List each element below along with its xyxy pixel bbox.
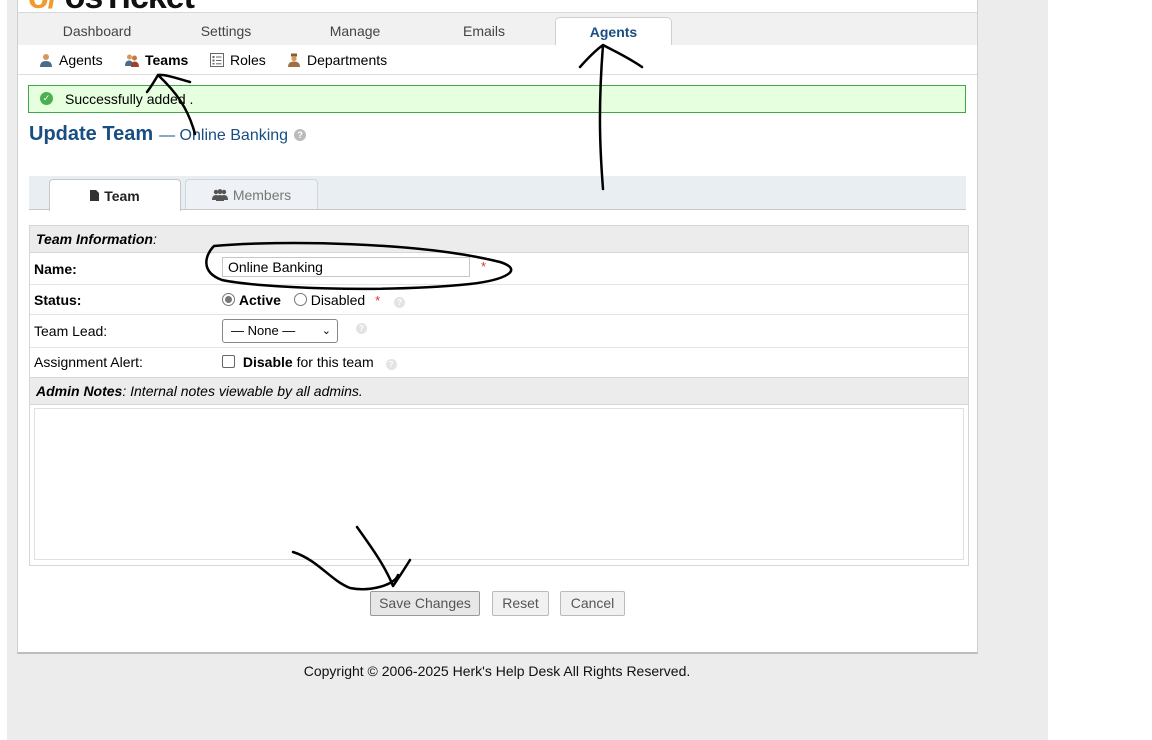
form-tabs: Team Members: [29, 176, 966, 211]
help-icon[interactable]: ?: [294, 129, 307, 141]
disable-label: Disable: [242, 354, 293, 370]
row-status: Status: Active Disabled * ?: [30, 285, 968, 315]
help-icon[interactable]: ?: [385, 359, 397, 370]
check-circle-icon: ✓: [40, 92, 53, 105]
help-icon[interactable]: ?: [394, 297, 406, 308]
team-lead-select[interactable]: — None — ⌄: [222, 319, 338, 343]
cancel-button[interactable]: Cancel: [560, 591, 625, 616]
tab-label: Team: [104, 187, 140, 204]
disable-alert-checkbox[interactable]: [222, 355, 235, 368]
sub-nav-teams[interactable]: Teams: [125, 51, 188, 69]
name-label: Name:: [34, 261, 77, 277]
team-lead-label: Team Lead:: [34, 323, 108, 339]
teams-icon: [125, 54, 139, 67]
tab-dashboard[interactable]: Dashboard: [38, 19, 156, 45]
reset-button[interactable]: Reset: [492, 591, 549, 616]
footer-copyright: Copyright © 2006-2025 Herk's Help Desk A…: [303, 663, 691, 679]
team-lead-value: — None —: [231, 323, 296, 338]
page-container: o/ osTicket Dashboard Settings Manage Em…: [17, 0, 978, 654]
sub-nav-label: Roles: [230, 52, 266, 68]
main-nav: Dashboard Settings Manage Emails Agents: [18, 12, 977, 47]
chevron-down-icon: ⌄: [321, 325, 331, 337]
section-description: : Internal notes viewable by all admins.: [122, 383, 363, 399]
tab-settings[interactable]: Settings: [168, 19, 284, 45]
tab-members[interactable]: Members: [185, 179, 318, 209]
tab-agents[interactable]: Agents: [555, 17, 672, 47]
tab-manage[interactable]: Manage: [296, 19, 414, 45]
assignment-alert-label: Assignment Alert:: [34, 354, 143, 370]
section-admin-notes: Admin Notes: Internal notes viewable by …: [30, 377, 968, 405]
agent-icon: [40, 54, 52, 67]
sub-nav-departments[interactable]: Departments: [287, 51, 387, 69]
help-icon[interactable]: ?: [356, 323, 367, 334]
section-team-information: Team Information:: [30, 226, 968, 253]
admin-notes-textarea[interactable]: [34, 408, 964, 560]
row-team-lead: Team Lead: — None — ⌄ ?: [30, 315, 968, 348]
status-disabled-label: Disabled: [310, 292, 366, 308]
assignment-alert-control: Disable for this team ?: [222, 354, 397, 370]
sub-nav: Agents Teams Roles Departments: [18, 45, 977, 75]
page-subtitle: — Online Banking: [159, 127, 289, 144]
tab-label: Members: [232, 186, 292, 203]
tab-team[interactable]: Team: [49, 179, 181, 211]
tab-emails[interactable]: Emails: [426, 19, 542, 45]
disable-suffix: for this team: [296, 354, 374, 370]
sub-nav-label: Teams: [145, 52, 189, 68]
row-name: Name: *: [30, 253, 968, 285]
users-icon: [211, 188, 228, 201]
section-title: Admin Notes: [36, 383, 123, 399]
status-disabled-radio[interactable]: [293, 293, 307, 306]
section-title: Team Information: [36, 231, 153, 247]
sub-nav-label: Agents: [59, 52, 103, 68]
status-radios: Active Disabled * ?: [222, 292, 406, 308]
alert-text: Successfully added .: [65, 91, 194, 107]
sub-nav-agents[interactable]: Agents: [39, 51, 103, 69]
page-title: Update Team — Online Banking?: [29, 123, 307, 146]
required-marker: *: [375, 293, 381, 308]
status-label: Status:: [34, 292, 82, 308]
page-title-main: Update Team: [29, 123, 154, 145]
roles-icon: [210, 53, 224, 67]
sub-nav-roles[interactable]: Roles: [210, 51, 266, 69]
file-icon: [90, 190, 100, 201]
row-assignment-alert: Assignment Alert: Disable for this team …: [30, 348, 968, 376]
status-active-radio[interactable]: [222, 293, 235, 306]
departments-icon: [288, 53, 300, 67]
team-form: Team Information: Name: * Status: Active…: [29, 225, 969, 566]
success-alert: ✓ Successfully added .: [28, 85, 966, 113]
name-field[interactable]: [222, 257, 470, 277]
status-active-label: Active: [238, 292, 281, 308]
sub-nav-label: Departments: [307, 52, 388, 68]
required-marker: *: [481, 259, 487, 274]
save-changes-button[interactable]: Save Changes: [370, 591, 480, 616]
